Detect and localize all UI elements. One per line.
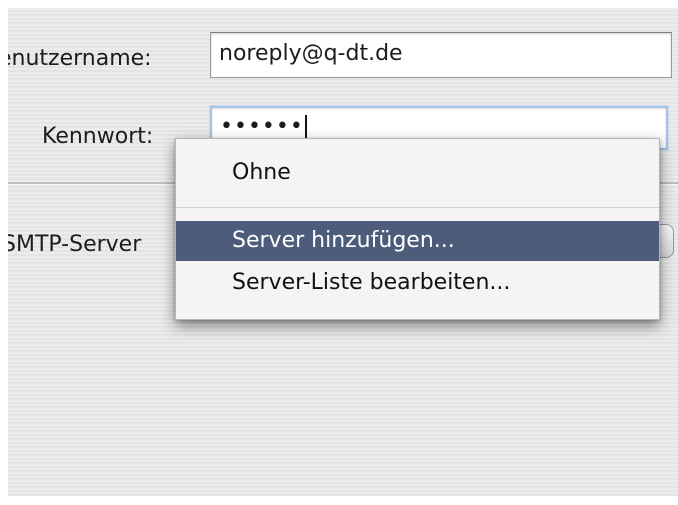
- username-label: enutzername:: [8, 46, 152, 71]
- menu-divider: [176, 207, 659, 208]
- menu-item-none[interactable]: Ohne: [176, 153, 659, 193]
- text-caret: [304, 115, 307, 139]
- username-value: noreply@q-dt.de: [219, 41, 403, 66]
- account-settings-window: enutzername: noreply@q-dt.de Kennwort: •…: [8, 8, 678, 496]
- smtp-server-dropdown-menu: Ohne Server hinzufügen... Server-Liste b…: [175, 138, 660, 320]
- menu-item-add-server[interactable]: Server hinzufügen...: [176, 221, 659, 261]
- password-label: Kennwort:: [42, 124, 154, 149]
- username-field[interactable]: noreply@q-dt.de: [210, 32, 672, 78]
- smtp-server-label: SMTP-Server: [8, 232, 142, 257]
- password-value: ••••••: [220, 114, 304, 139]
- menu-item-edit-server-list[interactable]: Server-Liste bearbeiten...: [176, 263, 659, 303]
